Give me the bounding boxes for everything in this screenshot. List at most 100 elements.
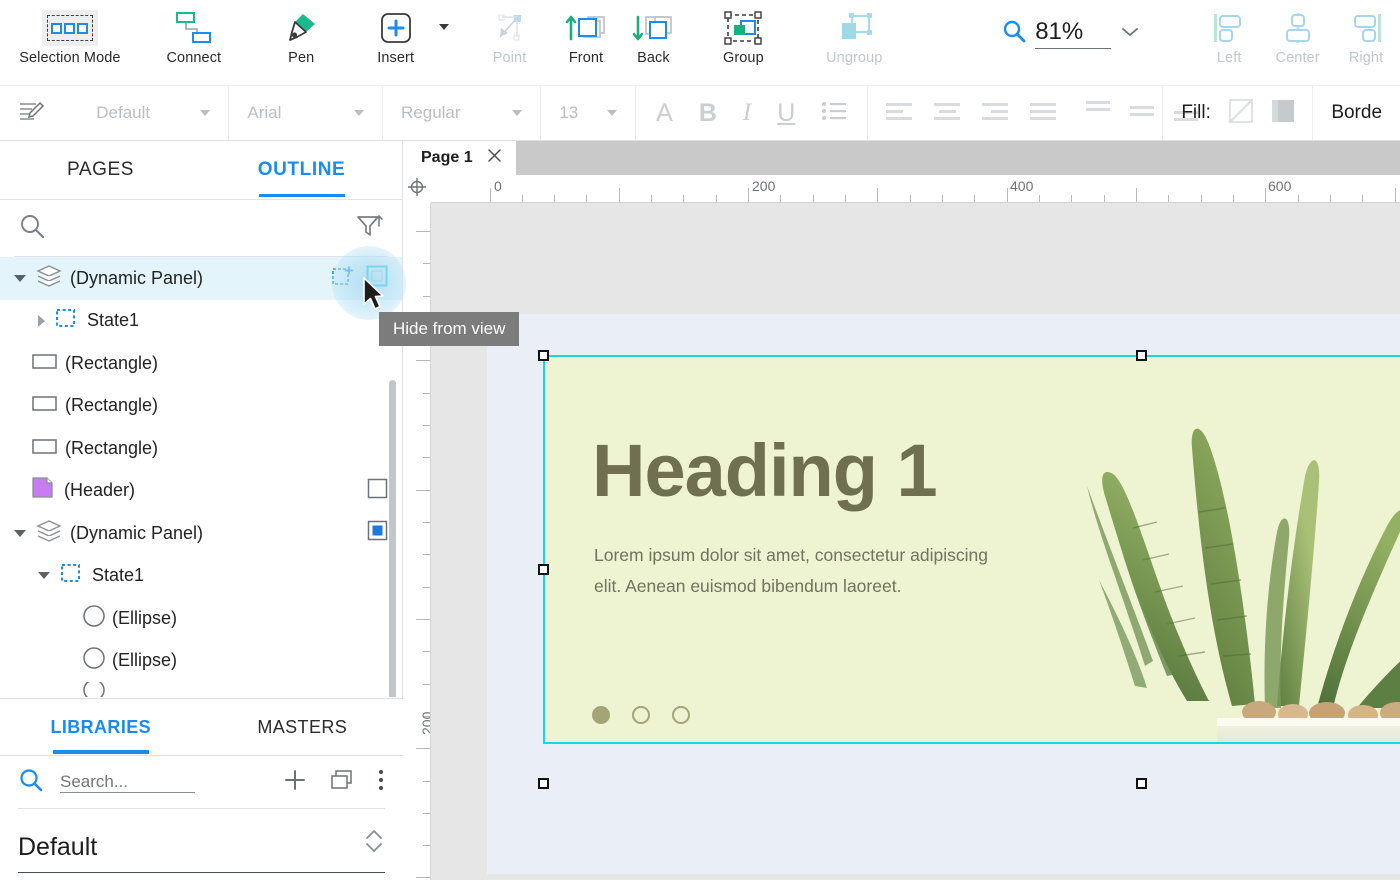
tree-row[interactable]: State1 <box>0 555 402 598</box>
tree-row-label: (Rectangle) <box>65 395 159 416</box>
outline-scrollbar[interactable] <box>389 380 396 697</box>
align-vertical-top-icon[interactable] <box>1086 100 1112 127</box>
tab-masters[interactable]: MASTERS <box>202 699 404 755</box>
text-color-button[interactable]: A <box>656 99 673 128</box>
toolbar-button-pen[interactable]: Pen <box>248 0 355 85</box>
toolbar-button-group[interactable]: Group <box>687 0 799 85</box>
tab-outline[interactable]: OUTLINE <box>201 141 402 199</box>
tree-row[interactable]: (Ellipse) <box>0 640 402 683</box>
library-selector[interactable]: Default <box>0 825 403 862</box>
weight-caret-icon[interactable] <box>512 110 523 116</box>
toolbar-button-align-center[interactable]: Center <box>1263 0 1332 85</box>
align-vertical-middle-icon[interactable] <box>1130 100 1156 127</box>
page-tab[interactable]: Page 1 <box>403 141 516 175</box>
weight-value[interactable]: Regular <box>401 103 461 123</box>
tab-pages[interactable]: PAGES <box>0 141 201 199</box>
size-value[interactable]: 13 <box>559 103 578 123</box>
tab-libraries[interactable]: LIBRARIES <box>0 699 202 755</box>
dynamic-panel-icon <box>36 264 62 293</box>
align-text-right-icon[interactable] <box>982 100 1012 127</box>
more-vertical-icon[interactable] <box>377 768 385 797</box>
library-panel: LIBRARIES MASTERS Search... Default <box>0 698 403 880</box>
selection-handle-mid-left[interactable] <box>538 564 549 575</box>
twisty-open-icon[interactable] <box>38 572 50 580</box>
toolbar-button-align-left[interactable]: Left <box>1195 0 1263 85</box>
search-icon[interactable] <box>18 767 44 798</box>
plus-icon[interactable] <box>283 768 307 797</box>
italic-button[interactable]: I <box>743 99 751 127</box>
toolbar-button-ungroup[interactable]: Ungroup <box>799 0 909 85</box>
tree-row[interactable] <box>0 682 402 697</box>
page-canvas[interactable]: Heading 1 Lorem ipsum dolor sit amet, co… <box>487 314 1400 874</box>
ruler-label: 600 <box>1268 178 1292 194</box>
selection-handle-top-left[interactable] <box>538 350 549 361</box>
fill-color-swatch[interactable] <box>1271 99 1295 128</box>
header-master-icon <box>31 476 55 505</box>
ruler-origin[interactable] <box>403 175 431 203</box>
tree-row[interactable]: (Rectangle) <box>0 427 402 470</box>
font-caret-icon[interactable] <box>354 110 365 116</box>
bold-button[interactable]: B <box>699 99 717 128</box>
insert-dropdown-caret-icon[interactable] <box>438 24 449 30</box>
filter-sort-icon[interactable] <box>356 213 384 244</box>
underline-button[interactable]: U <box>777 99 795 128</box>
pen-icon <box>283 6 319 50</box>
twisty-closed-icon[interactable] <box>38 314 45 327</box>
font-weight-selector[interactable]: Regular <box>383 86 542 140</box>
toolbar-label: Center <box>1275 50 1320 66</box>
state-icon <box>60 562 82 589</box>
tooltip: Hide from view <box>379 312 520 346</box>
border-label: Borde <box>1331 102 1383 123</box>
align-text-left-icon[interactable] <box>886 100 916 127</box>
tree-row-label: (Dynamic Panel) <box>70 267 204 288</box>
updown-chevron-icon[interactable] <box>363 825 385 862</box>
selection-handle-bottom-mid[interactable] <box>1136 778 1147 789</box>
zoom-value[interactable]: 81% <box>1035 18 1112 49</box>
horizontal-ruler[interactable]: 0 200 400 600 <box>431 175 1400 203</box>
font-family-selector[interactable]: Arial <box>229 86 384 140</box>
visibility-empty-icon[interactable] <box>367 478 388 504</box>
tree-row[interactable]: (Rectangle) <box>0 385 402 428</box>
text-format-group: A B I U <box>636 86 869 140</box>
ruler-origin-icon <box>407 177 427 202</box>
vertical-ruler[interactable]: 200 400 <box>403 203 431 880</box>
toolbar-button-back[interactable]: Back <box>619 0 687 85</box>
canvas-viewport[interactable]: Heading 1 Lorem ipsum dolor sit amet, co… <box>431 203 1400 880</box>
font-value[interactable]: Arial <box>247 103 281 123</box>
toolbar-button-selection-mode[interactable]: Selection Mode <box>0 0 140 85</box>
visibility-checked-icon[interactable] <box>367 520 388 546</box>
twisty-open-icon[interactable] <box>14 529 26 537</box>
style-selector[interactable]: Default <box>0 86 230 140</box>
selection-handle-top-mid[interactable] <box>1136 350 1147 361</box>
font-size-selector[interactable]: 13 <box>541 86 637 140</box>
align-text-center-icon[interactable] <box>934 100 964 127</box>
copy-icon[interactable] <box>329 768 355 797</box>
dynamic-panel-icon <box>36 519 62 548</box>
zoom-control[interactable]: 81% <box>1001 18 1139 49</box>
close-icon[interactable] <box>487 148 502 168</box>
search-input[interactable] <box>60 771 195 793</box>
tree-row[interactable]: (Ellipse) <box>0 597 402 640</box>
tree-row-label: (Ellipse) <box>112 607 178 628</box>
toolbar-button-insert[interactable]: Insert <box>355 0 437 85</box>
tree-row[interactable]: (Rectangle) <box>0 342 402 385</box>
border-group[interactable]: Borde <box>1313 86 1400 140</box>
bullet-list-icon[interactable] <box>821 100 847 127</box>
style-value[interactable]: Default <box>96 103 150 123</box>
toolbar-button-align-right[interactable]: Right <box>1332 0 1400 85</box>
zoom-dropdown-chevron-icon[interactable] <box>1121 25 1139 43</box>
tree-row[interactable]: (Header) <box>0 470 402 513</box>
toolbar-button-front[interactable]: Front <box>553 0 620 85</box>
outline-tree: (Dynamic Panel) State1 (Rectangle) (Rect… <box>0 257 402 697</box>
toolbar-label: Connect <box>166 50 222 66</box>
size-caret-icon[interactable] <box>607 110 618 116</box>
twisty-open-icon[interactable] <box>14 274 26 282</box>
fill-none-swatch[interactable] <box>1229 98 1253 128</box>
style-caret-icon[interactable] <box>200 110 211 116</box>
toolbar-button-point[interactable]: Point <box>467 0 553 85</box>
align-text-justify-icon[interactable] <box>1030 100 1060 127</box>
toolbar-button-connect[interactable]: Connect <box>140 0 248 85</box>
tree-row[interactable]: (Dynamic Panel) <box>0 512 402 555</box>
search-icon[interactable] <box>18 212 46 245</box>
selection-handle-bottom-left[interactable] <box>538 778 549 789</box>
